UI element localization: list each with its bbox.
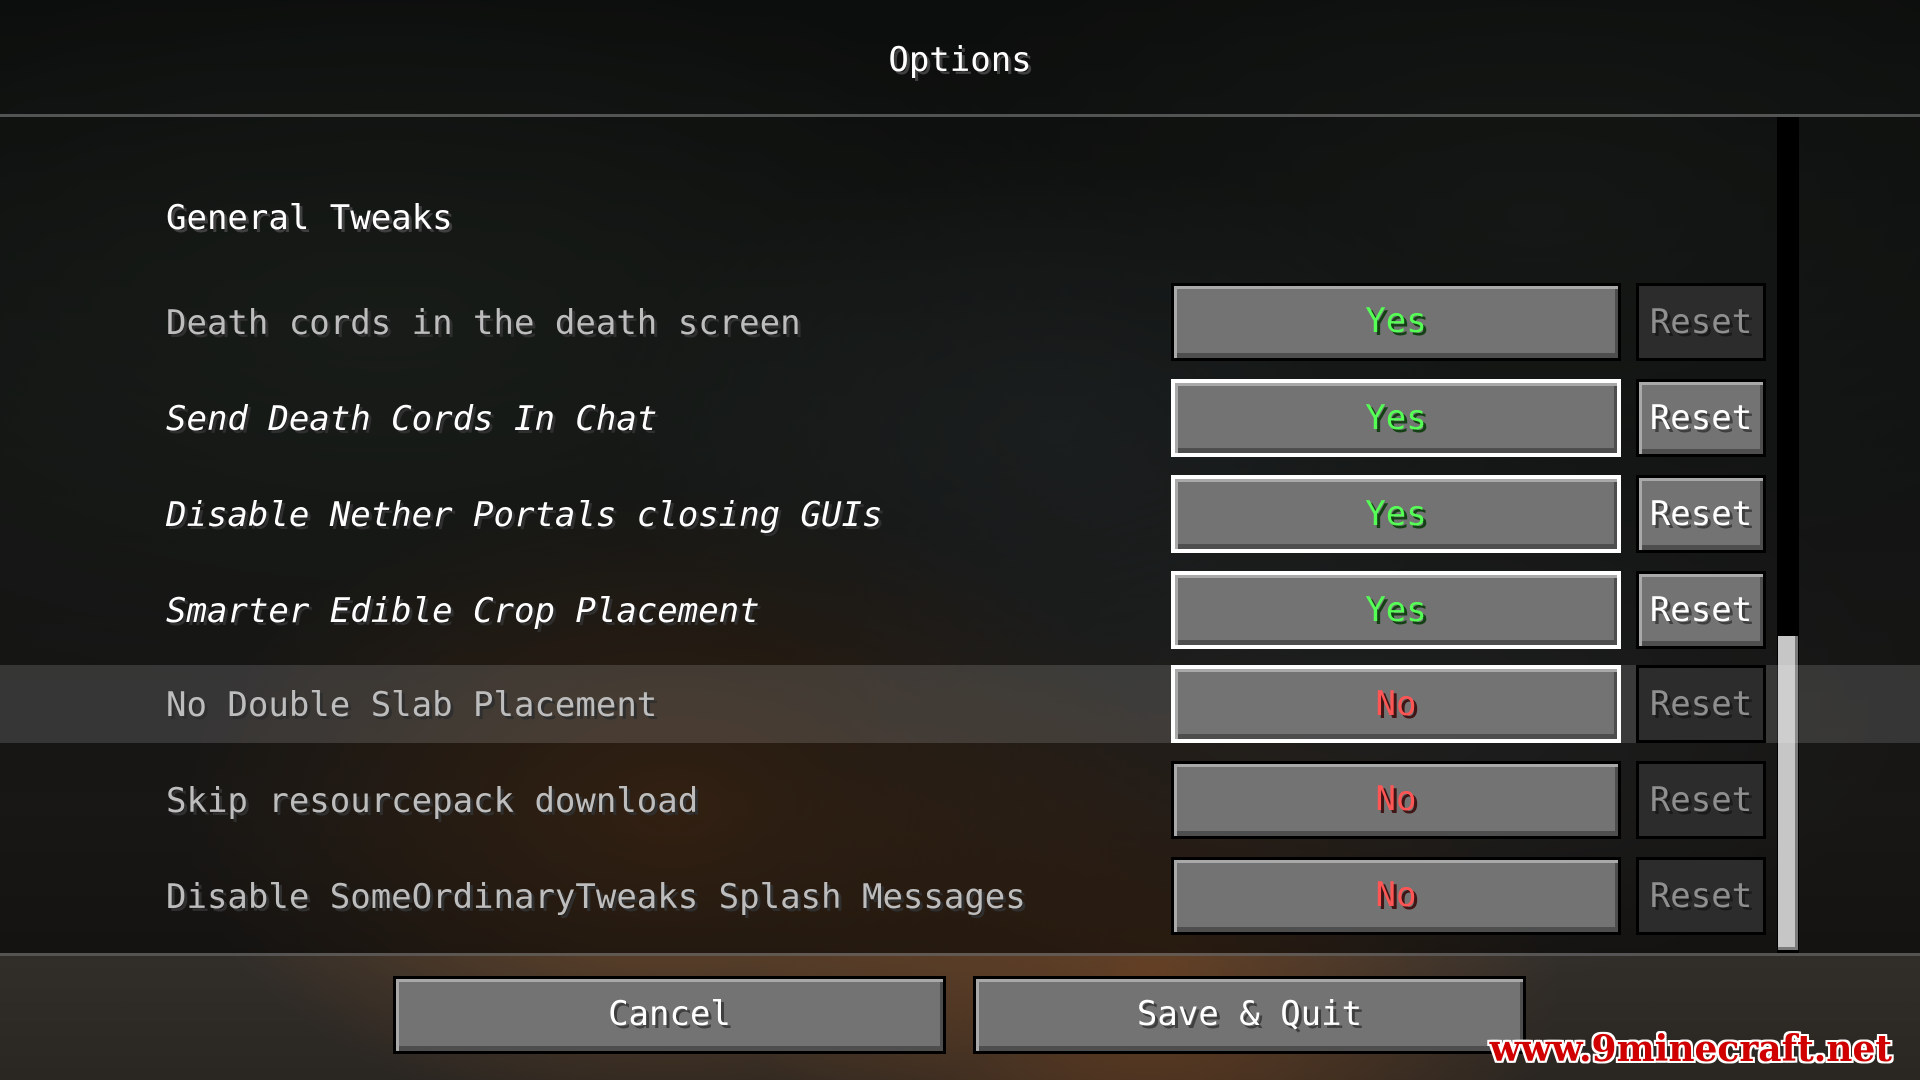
- cancel-button[interactable]: Cancel: [393, 976, 946, 1054]
- option-toggle-button[interactable]: Yes: [1171, 379, 1621, 457]
- option-label: Disable SomeOrdinaryTweaks Splash Messag…: [166, 877, 1026, 917]
- option-label: No Double Slab Placement: [166, 685, 658, 725]
- option-label: Skip resourcepack download: [166, 781, 699, 821]
- option-toggle-button[interactable]: Yes: [1171, 475, 1621, 553]
- option-row-nether-portals: Disable Nether Portals closing GUIs Yes …: [0, 475, 1920, 553]
- option-row-death-cords-screen: Death cords in the death screen Yes Rese…: [0, 283, 1920, 361]
- reset-button[interactable]: Reset: [1636, 761, 1766, 839]
- option-label: Smarter Edible Crop Placement: [166, 591, 760, 631]
- reset-button[interactable]: Reset: [1636, 475, 1766, 553]
- option-toggle-button[interactable]: Yes: [1171, 571, 1621, 649]
- option-toggle-button[interactable]: No: [1171, 665, 1621, 743]
- option-toggle-button[interactable]: No: [1171, 857, 1621, 935]
- option-toggle-button[interactable]: Yes: [1171, 283, 1621, 361]
- reset-button[interactable]: Reset: [1636, 857, 1766, 935]
- reset-button[interactable]: Reset: [1636, 283, 1766, 361]
- option-row-death-cords-chat: Send Death Cords In Chat Yes Reset: [0, 379, 1920, 457]
- reset-button[interactable]: Reset: [1636, 571, 1766, 649]
- watermark-logo: www.9minecraft.net: [1489, 1028, 1892, 1070]
- option-row-crop-placement: Smarter Edible Crop Placement Yes Reset: [0, 571, 1920, 649]
- option-label: Disable Nether Portals closing GUIs: [166, 495, 883, 535]
- reset-button[interactable]: Reset: [1636, 379, 1766, 457]
- section-heading: General Tweaks: [166, 198, 453, 238]
- screen-title: Options: [888, 40, 1032, 80]
- option-row-splash-messages: Disable SomeOrdinaryTweaks Splash Messag…: [0, 857, 1920, 935]
- option-row-double-slab: No Double Slab Placement No Reset: [0, 665, 1920, 743]
- option-toggle-button[interactable]: No: [1171, 761, 1621, 839]
- save-quit-button[interactable]: Save & Quit: [973, 976, 1526, 1054]
- option-row-resourcepack: Skip resourcepack download No Reset: [0, 761, 1920, 839]
- reset-button[interactable]: Reset: [1636, 665, 1766, 743]
- option-label: Death cords in the death screen: [166, 303, 801, 343]
- option-label: Send Death Cords In Chat: [166, 399, 658, 439]
